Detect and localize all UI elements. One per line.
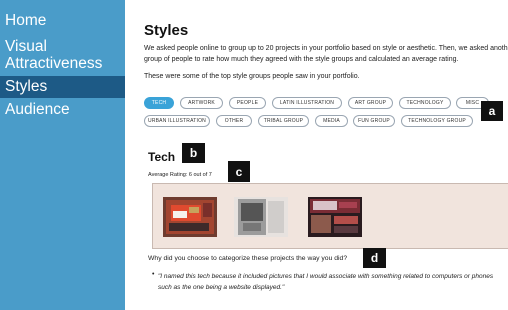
average-rating: Average Rating: 6 out of 7 [148, 172, 212, 178]
project-gallery [152, 183, 508, 249]
intro-line-1: We asked people online to group up to 20… [144, 45, 508, 52]
intro-line-2: group of people to rate how much they ag… [144, 56, 459, 63]
pill-tribal-group[interactable]: TRIBAL GROUP [258, 115, 309, 127]
project-thumbnail[interactable] [163, 197, 217, 237]
project-thumbnail[interactable] [234, 197, 288, 237]
sidebar-nav: Home Visual Attractiveness Styles Audien… [0, 0, 125, 310]
participant-quote: "I named this tech because it included p… [158, 273, 494, 291]
main-content: Styles We asked people online to group u… [125, 0, 508, 310]
pill-urban-illustration[interactable]: URBAN ILLUSTRATION [144, 115, 210, 127]
pill-latin-illustration[interactable]: LATIN ILLUSTRATION [272, 97, 342, 109]
pill-technology[interactable]: TECHNOLOGY [399, 97, 451, 109]
nav-item-styles[interactable]: Styles [0, 76, 125, 98]
page-title: Styles [144, 22, 189, 39]
annotation-badge-b: b [182, 143, 205, 163]
pill-people[interactable]: PEOPLE [229, 97, 266, 109]
intro-line-3: These were some of the top style groups … [144, 73, 360, 80]
bullet-marker: • [152, 271, 155, 278]
pill-other[interactable]: OTHER [216, 115, 252, 127]
annotation-badge-d: d [363, 248, 386, 268]
pill-media[interactable]: MEDIA [315, 115, 348, 127]
categorize-question: Why did you choose to categorize these p… [148, 255, 348, 262]
annotation-badge-a: a [481, 101, 503, 121]
nav-item-attractiveness[interactable]: Attractiveness [0, 56, 125, 72]
intro-text: We asked people online to group up to 20… [144, 43, 508, 65]
group-title: Tech [148, 150, 176, 164]
nav-item-audience[interactable]: Audience [0, 102, 125, 118]
pill-art-group[interactable]: ART GROUP [348, 97, 393, 109]
pill-technology-group[interactable]: TECHNOLOGY GROUP [401, 115, 473, 127]
nav-item-home[interactable]: Home [0, 13, 125, 29]
project-thumbnail[interactable] [308, 197, 362, 237]
annotation-badge-c: c [228, 161, 250, 182]
pill-artwork[interactable]: ARTWORK [180, 97, 223, 109]
pill-fun-group[interactable]: FUN GROUP [353, 115, 395, 127]
pill-tech[interactable]: TECH [144, 97, 174, 109]
nav-item-visual[interactable]: Visual [0, 39, 125, 55]
